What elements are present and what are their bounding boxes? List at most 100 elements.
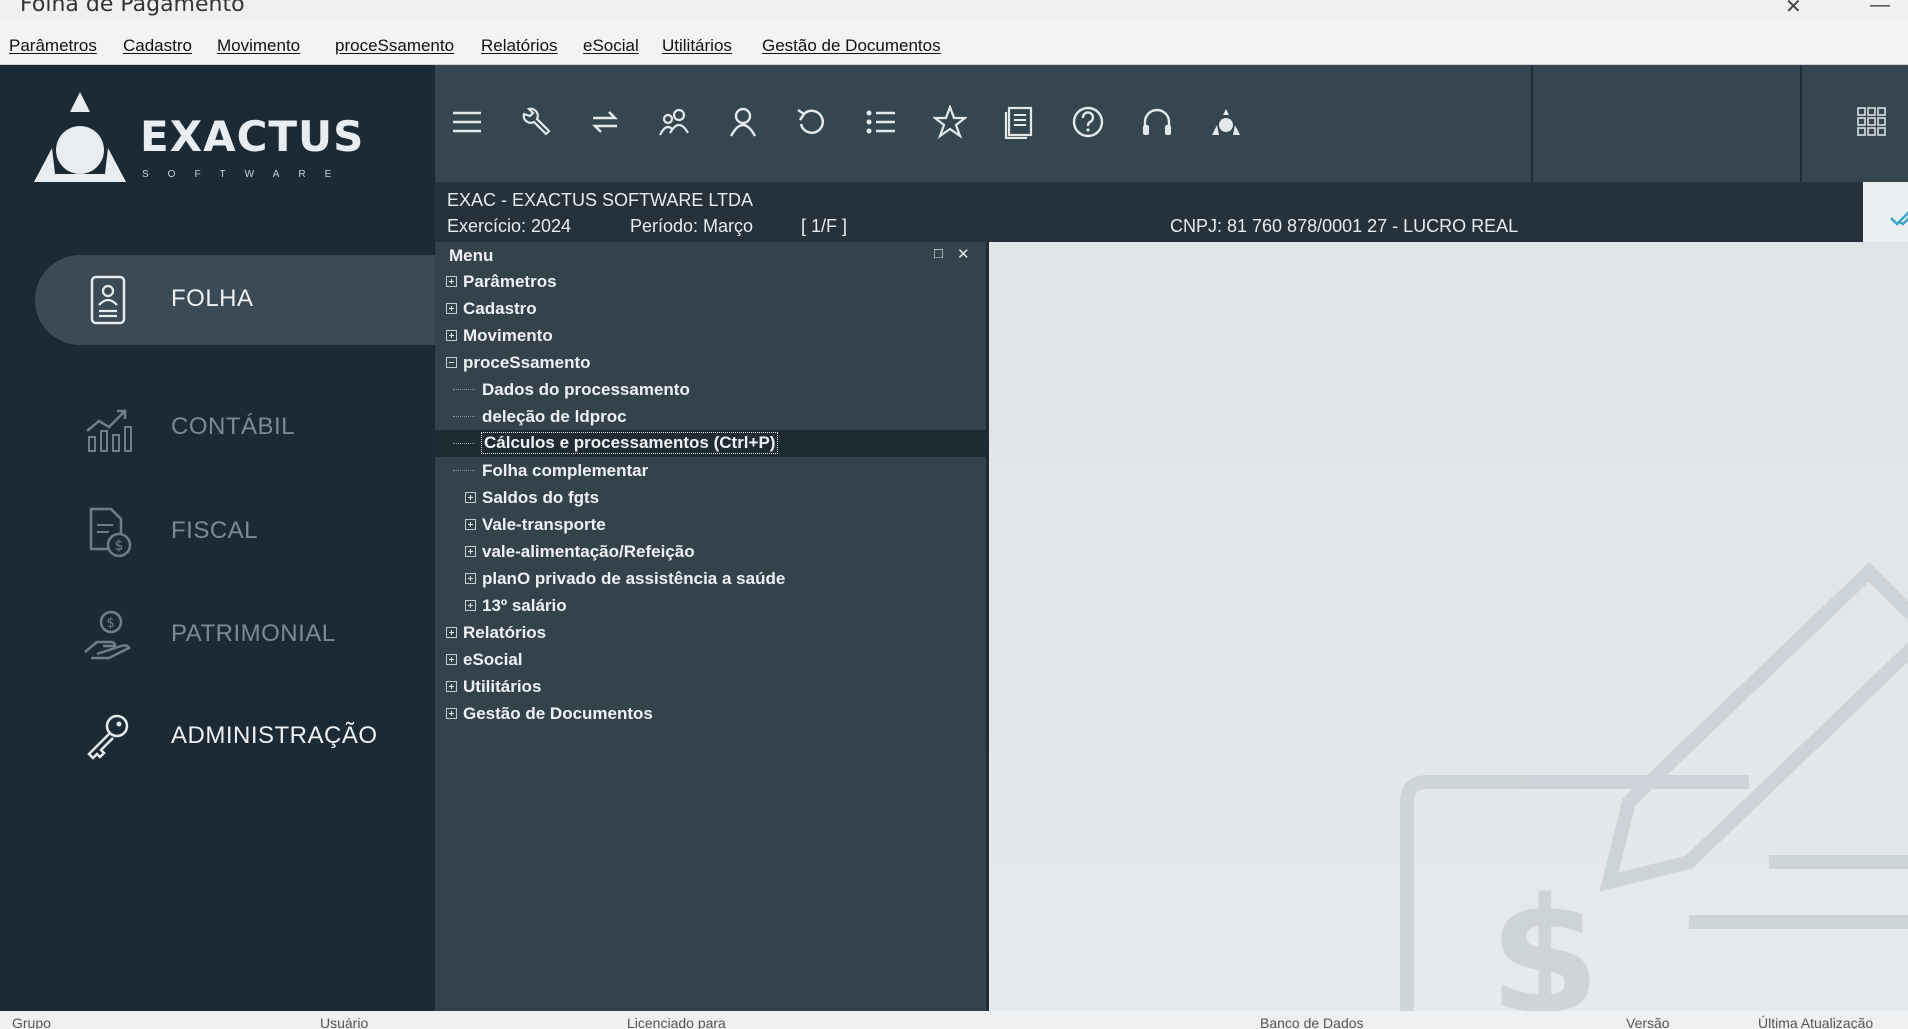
module-label-patrimonial: PATRIMONIAL [171,620,336,647]
tree-subitem[interactable]: Vale-transporte [435,511,986,538]
tree-item[interactable]: eSocial [435,646,986,673]
exactus-logo-icon [34,92,126,182]
main-content-area: $ [989,242,1908,1011]
tree-item-label: deleção de ldproc [482,407,627,426]
tree-item-label: Gestão de Documentos [463,704,653,723]
wrench-icon[interactable] [519,105,553,139]
expand-icon[interactable] [465,492,476,503]
tree-item-label: Cadastro [463,299,537,318]
status-check[interactable] [1863,182,1908,242]
tree-item[interactable]: Gestão de Documentos [435,700,986,727]
users-icon[interactable] [657,105,691,139]
expand-icon[interactable] [465,519,476,530]
expand-icon[interactable] [446,276,457,287]
headset-icon[interactable] [1140,105,1174,139]
expand-icon[interactable] [446,627,457,638]
tree-subitem[interactable]: Saldos do fgts [435,484,986,511]
collapse-icon[interactable] [446,357,457,368]
status-grupo: Grupo [12,1015,51,1029]
expand-icon[interactable] [446,303,457,314]
tree-item[interactable]: Utilitários [435,673,986,700]
menu-cadastro[interactable]: Cadastro [123,36,192,56]
menu-panel: Menu □ ✕ Parâmetros Cadastro Movimento proc… [435,242,989,1011]
tree-subitem[interactable]: planO privado de assistência a saúde [435,565,986,592]
star-icon[interactable] [933,105,967,139]
page-indicator: [ 1/F ] [801,216,848,236]
menu-movimento[interactable]: Movimento [217,36,300,56]
menu-bar: Parâmetros Cadastro Movimento proceSsame… [0,18,1908,65]
payroll-document-icon [90,275,126,325]
tree-item-label: vale-alimentação/Refeição [482,542,695,561]
expand-icon[interactable] [446,330,457,341]
tree-subitem[interactable]: deleção de ldproc [435,403,986,430]
module-label-folha: FOLHA [171,285,254,312]
menu-esocial[interactable]: eSocial [583,36,639,56]
panel-restore-button[interactable]: □ [934,245,943,262]
undo-icon[interactable] [795,105,829,139]
cnpj-label: CNPJ: 81 760 878/0001 27 - LUCRO REAL [1170,216,1519,236]
tree-subitem[interactable]: vale-alimentação/Refeição [435,538,986,565]
tree-subitem[interactable]: Dados do processamento [435,376,986,403]
tree-item-label: Movimento [463,326,553,345]
module-label-contabil: CONTÁBIL [171,413,296,440]
close-button[interactable]: ✕ [1785,0,1802,18]
swap-icon[interactable] [588,105,622,139]
company-info-bar: EXAC - EXACTUS SOFTWARE LTDA Exercício: … [435,182,1908,242]
list-icon[interactable] [864,105,898,139]
report-icon[interactable] [1002,105,1036,139]
module-label-fiscal: FISCAL [171,517,259,544]
tree-item[interactable]: Relatórios [435,619,986,646]
tree-item-label: Cálculos e processamentos (Ctrl+P) [480,432,779,454]
tree-subitem[interactable]: Cálculos e processamentos (Ctrl+P) [435,430,986,457]
svg-text:$: $ [107,616,115,631]
menu-processamento[interactable]: proceSsamento [335,36,454,56]
tree-item[interactable]: Parâmetros [435,268,986,295]
tree-connector [453,470,475,471]
menu-gestao-documentos[interactable]: Gestão de Documentos [762,36,941,56]
help-icon[interactable] [1071,105,1105,139]
toolbar-separator [1531,65,1533,182]
module-fiscal[interactable]: $ FISCAL [35,487,435,577]
minimize-button[interactable]: — [1870,0,1890,17]
tree-item-label: planO privado de assistência a saúde [482,569,786,588]
status-licenciado: Licenciado para [627,1015,726,1029]
expand-icon[interactable] [446,681,457,692]
expand-icon[interactable] [446,708,457,719]
toolbar [435,65,1908,182]
payroll-watermark-icon: $ [1400,562,1908,1011]
module-administracao[interactable]: ADMINISTRAÇÃO [35,692,435,782]
tree-item[interactable]: proceSsamento [435,349,986,376]
menu-icon[interactable] [450,105,484,139]
menu-parametros[interactable]: Parâmetros [9,36,97,56]
tree-item-label: Relatórios [463,623,547,642]
menu-panel-title: Menu [449,246,494,265]
key-icon [87,714,129,760]
tree-item-label: Utilitários [463,677,542,696]
module-patrimonial[interactable]: $ PATRIMONIAL [35,590,435,680]
module-folha[interactable]: FOLHA [35,255,435,345]
expand-icon[interactable] [446,654,457,665]
tax-document-icon: $ [89,507,132,558]
svg-text:$: $ [1489,863,1600,1011]
user-icon[interactable] [726,105,760,139]
tree-item[interactable]: Movimento [435,322,986,349]
tree-item[interactable]: Cadastro [435,295,986,322]
status-banco-dados: Banco de Dados [1260,1015,1364,1029]
expand-icon[interactable] [465,573,476,584]
company-name: EXAC - EXACTUS SOFTWARE LTDA [447,190,754,210]
tree-item-label: Saldos do fgts [482,488,600,507]
apps-grid-icon[interactable] [1855,105,1889,139]
module-contabil[interactable]: CONTÁBIL [35,383,435,473]
menu-utilitarios[interactable]: Utilitários [662,36,732,56]
tree-subitem[interactable]: 13º salário [435,592,986,619]
panel-close-button[interactable]: ✕ [957,245,970,263]
tree-item-label: Folha complementar [482,461,649,480]
window-title: Folha de Pagamento [20,0,245,17]
tree-subitem[interactable]: Folha complementar [435,457,986,484]
expand-icon[interactable] [465,546,476,557]
menu-relatorios[interactable]: Relatórios [481,36,558,56]
expand-icon[interactable] [465,600,476,611]
tree-item-label: Vale-transporte [482,515,606,534]
module-sidebar: EXACTUS SOFTWARE FOLHA CONTÁBIL $ FISCAL… [0,65,435,1011]
exactus-logo-icon[interactable] [1209,105,1243,139]
